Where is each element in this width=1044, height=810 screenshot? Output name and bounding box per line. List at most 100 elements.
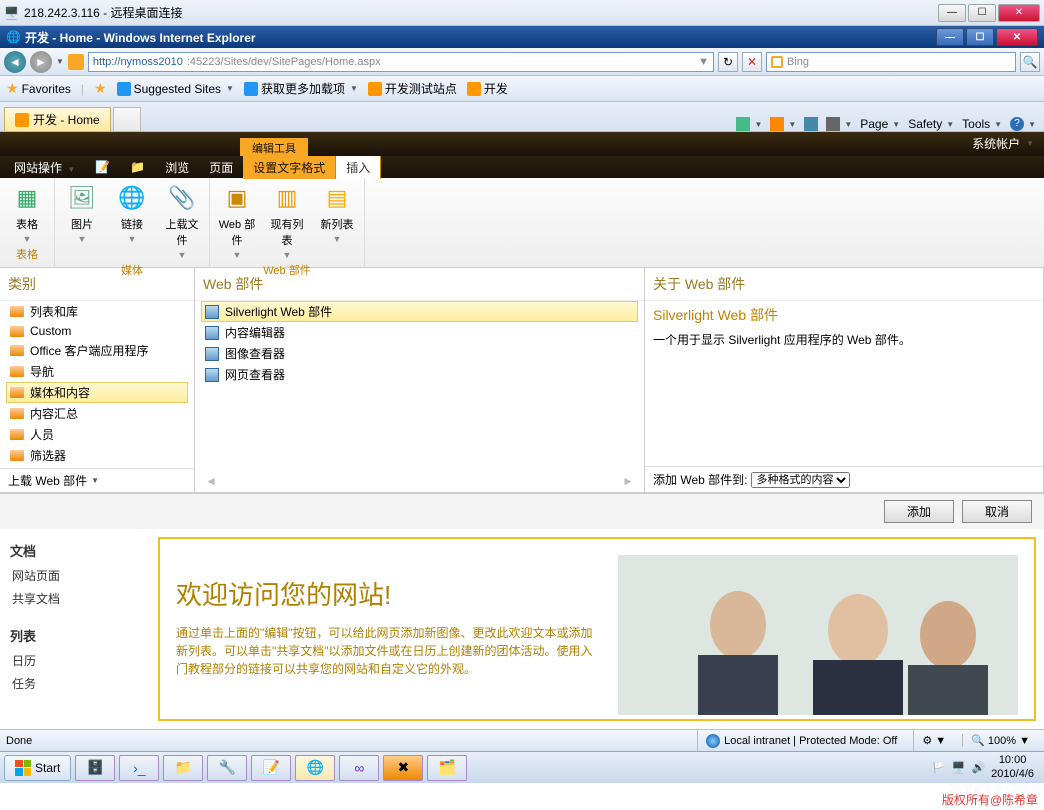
ribbon-group-表格: ▦表格▼表格 (0, 178, 55, 267)
taskbar-app2[interactable]: 🗂️ (427, 755, 467, 781)
status-icons[interactable]: ⚙ ▼ (913, 730, 954, 751)
browser-tab[interactable]: 开发 - Home (4, 107, 111, 131)
nav-tasks[interactable]: 任务 (8, 672, 148, 695)
new-tab-button[interactable] (113, 107, 141, 131)
tray-clock[interactable]: 10:00 2010/4/6 (991, 754, 1034, 780)
site-ops-tab[interactable]: 网站操作 ▼ (4, 156, 85, 179)
page-tab[interactable]: 页面 (199, 156, 243, 179)
taskbar-ie[interactable]: 🌐 (295, 755, 335, 781)
tools-menu[interactable]: Tools▼ (962, 117, 1002, 131)
nav-calendar[interactable]: 日历 (8, 649, 148, 672)
fav-get-more[interactable]: 获取更多加载项▼ (244, 80, 358, 97)
back-button[interactable]: ◄ (4, 51, 26, 73)
history-dropdown[interactable]: ▼ (56, 57, 64, 66)
taskbar-explorer[interactable]: 📁 (163, 755, 203, 781)
mail-button[interactable] (804, 117, 818, 131)
stop-button[interactable]: ✕ (742, 52, 762, 72)
format-tab[interactable]: 设置文字格式 (243, 156, 336, 179)
zoom-control[interactable]: 🔍 100% ▼ (962, 734, 1038, 747)
ribbon-group-Web 部件: ▣Web 部件▼▥现有列表▼▤新列表▼Web 部件 (210, 178, 365, 267)
ribbon-group-媒体: 🖼图片▼🌐链接▼📎上载文件▼媒体 (55, 178, 210, 267)
help-button[interactable]: ?▼ (1010, 117, 1036, 131)
ribbon-table-button[interactable]: ▦表格▼ (6, 182, 48, 244)
rdp-maximize-button[interactable]: ☐ (968, 4, 996, 22)
category-item[interactable]: 筛选器 (6, 445, 188, 466)
home-button[interactable]: ▼ (736, 117, 762, 131)
add-to-label: 添加 Web 部件到: (653, 471, 747, 488)
ribbon-newlist-button[interactable]: ▤新列表▼ (316, 182, 358, 260)
ie-maximize-button[interactable]: ☐ (966, 28, 994, 46)
rdp-close-button[interactable]: ✕ (998, 4, 1040, 22)
refresh-button[interactable]: ↻ (718, 52, 738, 72)
tray-network-icon[interactable]: 🖥️ (952, 761, 966, 774)
ie-minimize-button[interactable]: — (936, 28, 964, 46)
site-icon (68, 54, 84, 70)
taskbar-notepad[interactable]: 📝 (251, 755, 291, 781)
ie-mini-icon (117, 82, 131, 96)
category-item[interactable]: 内容汇总 (6, 403, 188, 424)
webpart-item[interactable]: 网页查看器 (201, 364, 638, 385)
table-icon: ▦ (11, 182, 43, 214)
tray-sound-icon[interactable]: 🔊 (971, 761, 985, 774)
link-icon: 🌐 (116, 182, 148, 214)
category-item[interactable]: Office 客户端应用程序 (6, 340, 188, 361)
address-bar[interactable]: http://nymoss2010:45223/Sites/dev/SitePa… (88, 52, 714, 72)
browse-tab[interactable]: 浏览 (155, 156, 199, 179)
rdp-minimize-button[interactable]: — (938, 4, 966, 22)
print-button[interactable]: ▼ (826, 117, 852, 131)
next-page-button[interactable]: ► (622, 474, 634, 488)
webpart-item[interactable]: 内容编辑器 (201, 322, 638, 343)
forward-button[interactable]: ► (30, 51, 52, 73)
webpart-item[interactable]: Silverlight Web 部件 (201, 301, 638, 322)
favorites-button[interactable]: ★Favorites (6, 80, 71, 97)
system-account-menu[interactable]: 系统帐户▼ (962, 131, 1044, 156)
webpart-item[interactable]: 图像查看器 (201, 343, 638, 364)
tray-flag-icon[interactable]: 🏳️ (932, 761, 946, 774)
webpart-icon: ▣ (221, 182, 253, 214)
nav-site-pages[interactable]: 网站页面 (8, 564, 148, 587)
add-to-select[interactable]: 多种格式的内容 (751, 472, 850, 488)
ribbon-picture-button[interactable]: 🖼图片▼ (61, 182, 103, 260)
ribbon-upload-button[interactable]: 📎上载文件▼ (161, 182, 203, 260)
start-button[interactable]: Start (4, 755, 71, 781)
category-item[interactable]: 导航 (6, 361, 188, 382)
security-zone[interactable]: Local intranet | Protected Mode: Off (697, 730, 905, 751)
taskbar-server-manager[interactable]: 🗄️ (75, 755, 115, 781)
parts-header: Web 部件 (195, 268, 644, 300)
edit-mode-button[interactable]: 📝 (85, 157, 120, 177)
ribbon-existlist-button[interactable]: ▥现有列表▼ (266, 182, 308, 260)
category-item[interactable]: 媒体和内容 (6, 382, 188, 403)
breadcrumb-button[interactable]: 📁 (120, 157, 155, 177)
fav-dev-test[interactable]: 开发测试站点 (368, 80, 457, 97)
url-path: :45223/Sites/dev/SitePages/Home.aspx (187, 56, 381, 68)
search-button[interactable]: 🔍 (1020, 52, 1040, 72)
ribbon-link-button[interactable]: 🌐链接▼ (111, 182, 153, 260)
category-item[interactable]: 人员 (6, 424, 188, 445)
rss-button[interactable]: ▼ (770, 117, 796, 131)
taskbar-tools[interactable]: 🔧 (207, 755, 247, 781)
folder-icon (10, 408, 24, 419)
url-dropdown-icon[interactable]: ▼ (698, 56, 709, 68)
add-favorite-button[interactable]: ★ (94, 80, 107, 97)
taskbar-vs[interactable]: ∞ (339, 755, 379, 781)
ribbon-webpart-button[interactable]: ▣Web 部件▼ (216, 182, 258, 260)
upload-webpart-link[interactable]: 上载 Web 部件▼ (0, 468, 194, 492)
ribbon-group-label: 表格 (16, 244, 38, 264)
taskbar-powershell[interactable]: ›_ (119, 755, 159, 781)
nav-shared-docs[interactable]: 共享文档 (8, 587, 148, 610)
ribbon-body: ▦表格▼表格🖼图片▼🌐链接▼📎上载文件▼媒体▣Web 部件▼▥现有列表▼▤新列表… (0, 178, 1044, 268)
fav-dev[interactable]: 开发 (467, 80, 508, 97)
search-box[interactable]: Bing (766, 52, 1016, 72)
insert-tab[interactable]: 插入 (336, 156, 381, 179)
safety-menu[interactable]: Safety▼ (908, 117, 954, 131)
taskbar-app1[interactable]: ✖ (383, 755, 423, 781)
fav-suggested-sites[interactable]: Suggested Sites▼ (117, 82, 234, 96)
page-menu[interactable]: Page▼ (860, 117, 900, 131)
cancel-button[interactable]: 取消 (962, 500, 1032, 523)
webpart-icon (205, 305, 219, 319)
ie-close-button[interactable]: ✕ (996, 28, 1038, 46)
category-item[interactable]: Custom (6, 322, 188, 340)
add-button[interactable]: 添加 (884, 500, 954, 523)
category-item[interactable]: 列表和库 (6, 301, 188, 322)
prev-page-button[interactable]: ◄ (205, 474, 217, 488)
